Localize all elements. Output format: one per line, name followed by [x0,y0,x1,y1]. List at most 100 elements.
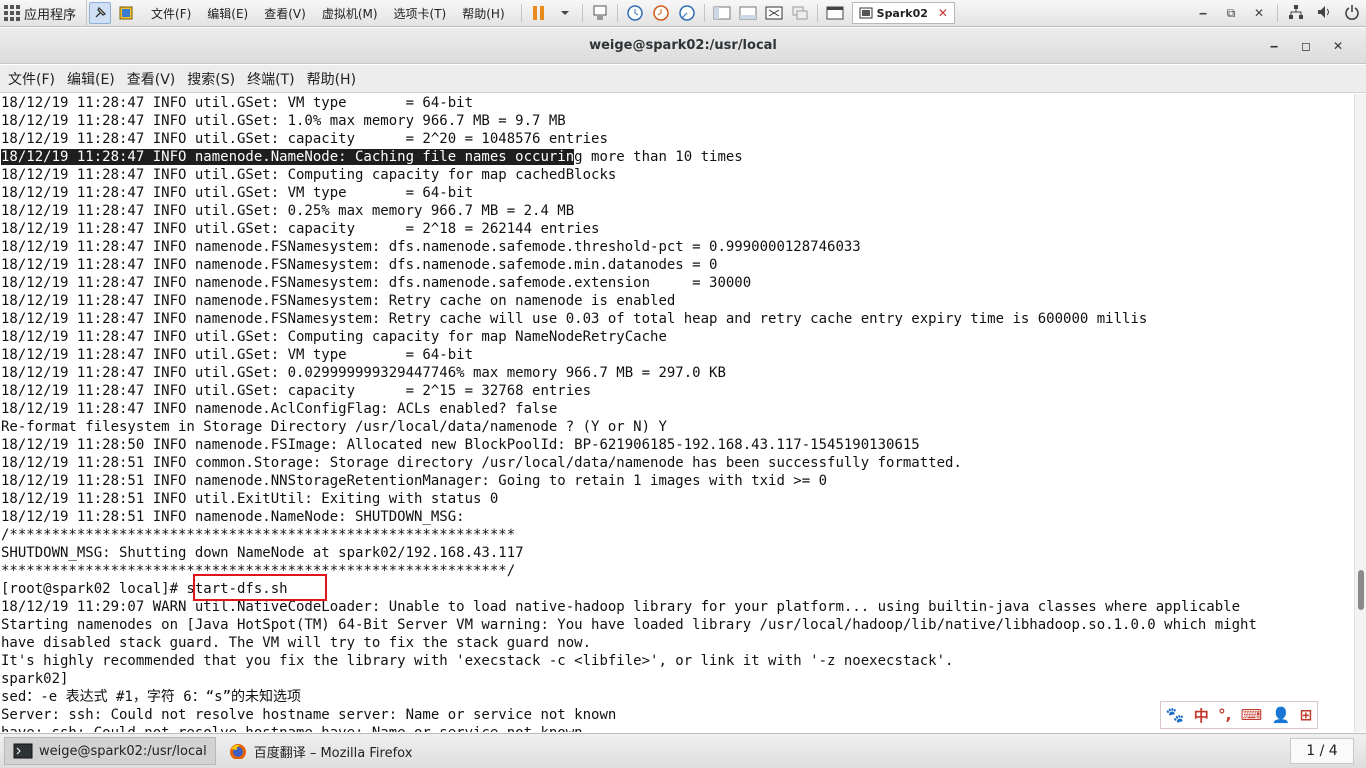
terminal-line: 18/12/19 11:28:47 INFO namenode.FSNamesy… [1,293,676,309]
selected-text: 18/12/19 11:28:47 INFO namenode.NameNode… [1,149,575,165]
terminal-line: 18/12/19 11:28:47 INFO namenode.FSNamesy… [1,275,752,291]
terminal-menu-item[interactable]: 帮助(H) [301,69,362,89]
close-tab-icon[interactable]: ✕ [938,6,948,20]
chinese-mode-icon[interactable]: 中 [1194,705,1209,726]
thumbnail-icon [739,6,757,20]
vmware-pin-button[interactable] [89,2,112,24]
vmware-menu-item[interactable]: 编辑(E) [199,5,256,22]
terminal-line: sed：-e 表达式 #1，字符 6：“s”的未知选项 [1,689,302,705]
vmware-menu-item[interactable]: 查看(V) [256,5,314,22]
scrollbar-thumb[interactable] [1358,570,1364,610]
snapshot-manager-button[interactable] [676,2,698,24]
vmware-toolbar: 应用程序 文件(F) 编辑(E) 查看(V) 虚拟机(M) 选项卡(T) 帮助(H) [0,0,1366,27]
vmware-menu-item[interactable]: 帮助(H) [454,5,512,22]
firefox-icon [229,744,246,759]
network-icon[interactable] [1282,4,1310,23]
separator [1277,4,1278,22]
terminal-icon [13,743,33,759]
terminal-menu-item[interactable]: 文件(F) [2,69,61,89]
workspace-pager[interactable]: 1 / 4 [1290,738,1354,764]
console-view-button[interactable] [824,2,846,24]
terminal-line: 18/12/19 11:28:51 INFO util.ExitUtil: Ex… [1,491,499,507]
terminal-lines: 18/12/19 11:28:47 INFO util.GSet: VM typ… [1,94,1257,732]
terminal-output[interactable]: 18/12/19 11:28:47 INFO util.GSet: VM typ… [0,94,1354,732]
terminal-line: 18/12/19 11:29:07 WARN util.NativeCodeLo… [1,599,1241,615]
maximize-button[interactable]: ◻ [1290,39,1322,53]
unity-icon [792,6,808,20]
paw-icon[interactable]: 🐾 [1166,706,1185,724]
sidebar-icon [713,6,731,20]
user-icon[interactable]: 👤 [1272,706,1291,724]
terminal-scrollbar[interactable] [1354,94,1366,732]
vmware-close-button[interactable]: ✕ [1245,6,1273,20]
terminal-line: 18/12/19 11:28:47 INFO namenode.NameNode… [1,148,1257,166]
revert-snapshot-button[interactable] [650,2,672,24]
terminal-line: 18/12/19 11:28:47 INFO util.GSet: VM typ… [1,347,474,363]
terminal-titlebar: weige@spark02:/usr/local ‒ ◻ ✕ [0,28,1366,64]
vmware-minimize-button[interactable]: ‒ [1189,6,1217,20]
applications-label: 应用程序 [24,7,77,23]
taskbar-item-label: weige@spark02:/usr/local [39,743,207,759]
vm-tab-spark02[interactable]: Spark02 ✕ [851,2,955,24]
terminal-line: ****************************************… [1,563,516,579]
pause-button[interactable] [528,2,550,24]
ime-toolbar[interactable]: 🐾 中 °, ⌨ 👤 ⊞ [1160,701,1318,729]
volume-icon[interactable] [1310,4,1338,23]
taskbar-item-terminal[interactable]: weige@spark02:/usr/local [4,737,216,765]
terminal-line: 18/12/19 11:28:47 INFO util.GSet: 1.0% m… [1,113,566,129]
close-button[interactable]: ✕ [1322,39,1354,53]
terminal-line: 18/12/19 11:28:47 INFO namenode.FSNamesy… [1,239,861,255]
grid-icon[interactable]: ⊞ [1300,706,1313,724]
taskbar-item-label: 百度翻译 – Mozilla Firefox [253,745,413,761]
terminal-line: 18/12/19 11:28:47 INFO util.GSet: Comput… [1,329,667,345]
revert-icon [652,5,669,21]
punctuation-icon[interactable]: °, [1218,706,1231,724]
terminal-line: Re-format filesystem in Storage Director… [1,419,667,435]
unity-button[interactable] [789,2,811,24]
chevron-down-icon [560,11,569,15]
vm-tab-label: Spark02 [876,6,928,20]
terminal-line: SHUTDOWN_MSG: Shutting down NameNode at … [1,545,524,561]
terminal-menu-item[interactable]: 终端(T) [241,69,300,89]
send-ctrl-alt-del-button[interactable] [589,2,611,24]
window-title: weige@spark02:/usr/local [589,38,777,53]
terminal-line: [root@spark02 local]# start-dfs.sh [1,581,288,597]
vmware-menu-item[interactable]: 文件(F) [143,5,199,22]
terminal-menu-item[interactable]: 编辑(E) [61,69,121,89]
terminal-line: have: ssh: Could not resolve hostname ha… [1,724,1257,732]
terminal-line: It's highly recommended that you fix the… [1,653,954,669]
terminal-line: 18/12/19 11:28:51 INFO namenode.NNStorag… [1,473,828,489]
unselected-text: g more than 10 times [574,149,743,165]
vmware-menu-item[interactable]: 虚拟机(M) [314,5,386,22]
vmware-menu-item[interactable]: 选项卡(T) [386,5,455,22]
pause-icon [532,6,544,20]
view-sidebar-button[interactable] [711,2,733,24]
pause-dropdown[interactable] [554,2,576,24]
terminal-menu-item[interactable]: 查看(V) [121,69,182,89]
terminal-line: 18/12/19 11:28:47 INFO util.GSet: capaci… [1,221,600,237]
apps-grid-icon [4,5,20,21]
terminal-line: Server: ssh: Could not resolve hostname … [1,707,617,723]
separator [816,4,818,22]
terminal-line: 18/12/19 11:28:47 INFO util.GSet: capaci… [1,383,592,399]
terminal-line: 18/12/19 11:28:47 INFO util.GSet: VM typ… [1,95,474,111]
terminal-line: 18/12/19 11:28:47 INFO util.GSet: 0.0299… [1,365,726,381]
taskbar-item-firefox[interactable]: 百度翻译 – Mozilla Firefox [220,737,421,765]
vmware-window-button[interactable] [115,2,137,24]
terminal-line: 18/12/19 11:28:47 INFO util.GSet: capaci… [1,131,608,147]
snapshot-icon [626,5,643,21]
terminal-line: 18/12/19 11:28:50 INFO namenode.FSImage:… [1,437,920,453]
minimize-button[interactable]: ‒ [1258,39,1290,53]
vmware-restore-button[interactable]: ⧉ [1217,6,1245,21]
terminal-line: 18/12/19 11:28:51 INFO namenode.NameNode… [1,509,465,525]
console-icon [826,6,844,20]
power-icon[interactable] [1338,4,1366,23]
fullscreen-button[interactable] [763,2,785,24]
separator [616,4,618,22]
applications-menu[interactable]: 应用程序 [0,0,88,26]
terminal-menu-item[interactable]: 搜索(S) [181,69,241,89]
snapshot-button[interactable] [624,2,646,24]
separator [703,4,705,22]
view-thumbnail-button[interactable] [737,2,759,24]
keyboard-icon[interactable]: ⌨ [1241,706,1263,724]
